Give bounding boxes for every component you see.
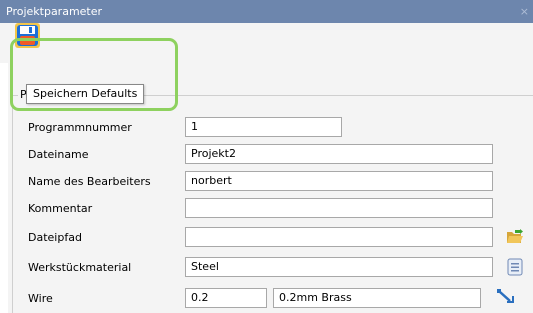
wire-tool-icon[interactable]: [496, 287, 514, 305]
comment-label: Kommentar: [28, 202, 93, 215]
wire-description-field[interactable]: 0.2mm Brass: [273, 288, 481, 308]
filepath-field[interactable]: [185, 227, 493, 247]
wire-label: Wire: [28, 292, 53, 305]
operator-label: Name des Bearbeiters: [28, 175, 151, 188]
highlight-outline: [10, 38, 178, 111]
program-number-field[interactable]: 1: [185, 117, 342, 137]
material-label: Werkstückmaterial: [28, 261, 132, 274]
operator-field[interactable]: norbert: [185, 171, 493, 191]
program-number-label: Programmnummer: [28, 121, 132, 134]
filename-label: Dateiname: [28, 148, 89, 161]
filename-field[interactable]: Projekt2: [185, 144, 493, 164]
comment-field[interactable]: [185, 198, 493, 218]
window-title: Projektparameter: [6, 5, 103, 18]
filepath-label: Dateipfad: [28, 231, 82, 244]
title-bar: Projektparameter ×: [0, 0, 533, 23]
open-folder-icon[interactable]: [506, 228, 524, 246]
material-field[interactable]: Steel: [185, 257, 493, 277]
list-icon[interactable]: [506, 258, 524, 276]
close-icon[interactable]: ×: [520, 0, 529, 23]
wire-diameter-field[interactable]: 0.2: [185, 288, 267, 308]
